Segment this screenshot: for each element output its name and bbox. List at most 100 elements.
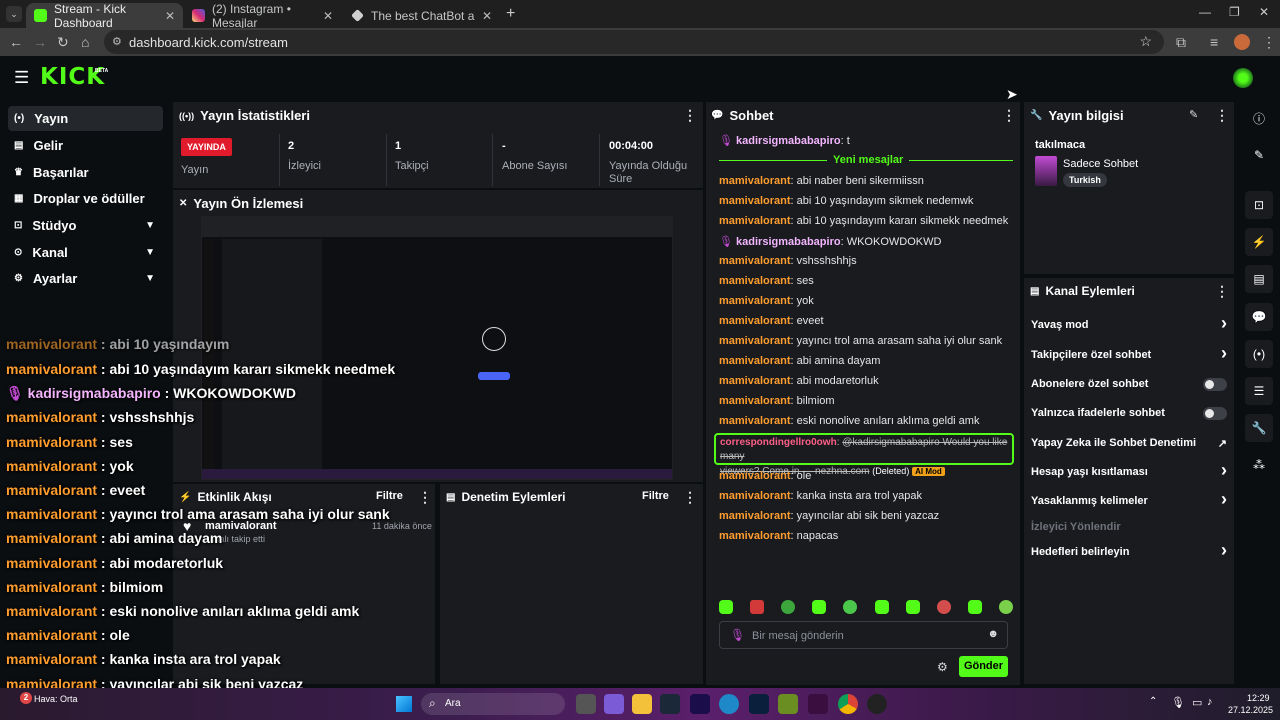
chat-input[interactable]: 🎙 Bir mesaj gönderin ☻ xyxy=(719,621,1008,649)
activity-toggle-icon[interactable]: ⚡ xyxy=(1245,228,1273,256)
actions-toggle-icon[interactable]: ☰ xyxy=(1245,377,1273,405)
tray-network-icon[interactable]: ▭ xyxy=(1192,696,1202,709)
stream-info-more-icon[interactable]: ⋮ xyxy=(1215,107,1229,124)
sidebar-item-ayarlar[interactable]: ⚙ Ayarlar ▼ xyxy=(8,266,163,291)
preview-toggle-icon[interactable]: ⊡ xyxy=(1245,191,1273,219)
channel-action-item[interactable]: Yasaklanmış kelimeler › xyxy=(1031,489,1227,509)
emote-icon[interactable] xyxy=(781,600,796,614)
profile-avatar[interactable] xyxy=(1234,34,1250,50)
toggle-switch[interactable] xyxy=(1203,406,1227,420)
emote-icon[interactable] xyxy=(812,600,827,614)
chat-username[interactable]: mamivalorant xyxy=(719,510,791,522)
chat-username[interactable]: mamivalorant xyxy=(719,355,791,367)
edit-pencil-icon[interactable]: ✎ xyxy=(1189,108,1198,121)
emote-icon[interactable] xyxy=(874,600,889,614)
send-button[interactable]: Gönder xyxy=(959,656,1008,677)
chat-username[interactable]: kadirsigmababapiro xyxy=(736,236,841,248)
chat-username[interactable]: mamivalorant xyxy=(719,275,791,287)
moderation-toggle-icon[interactable]: ▤ xyxy=(1245,265,1273,293)
tab-instagram[interactable]: (2) Instagram • Mesajlar ✕ xyxy=(184,2,341,30)
broadcast-toggle-icon[interactable]: (•) xyxy=(1245,340,1273,368)
moderation-filter-button[interactable]: Filtre xyxy=(642,490,669,502)
after-effects-icon[interactable] xyxy=(690,694,710,714)
tab-chatbot[interactable]: The best ChatBot and Widgets ✕ xyxy=(343,3,500,28)
widgets-icon[interactable]: ⁂ xyxy=(1245,451,1273,479)
chat-settings-icon[interactable]: ⚙ xyxy=(937,660,948,674)
channel-action-item[interactable]: Yapay Zeka ile Sohbet Denetimi ↗ xyxy=(1031,436,1227,450)
sidebar-item-yayin[interactable]: (•) Yayın xyxy=(8,106,163,131)
chat-username[interactable]: mamivalorant xyxy=(719,490,791,502)
user-avatar[interactable] xyxy=(1233,68,1253,88)
close-tab-icon[interactable]: ✕ xyxy=(323,9,333,23)
address-input[interactable]: ⚙ dashboard.kick.com/stream ☆ xyxy=(104,30,1164,54)
sidebar-item-kanal[interactable]: ⊙ Kanal ▼ xyxy=(8,240,163,265)
tab-kick-dashboard[interactable]: Stream - Kick Dashboard ✕ xyxy=(26,2,183,30)
tray-mic-icon[interactable]: 🎙 xyxy=(1171,696,1185,709)
edge-icon[interactable] xyxy=(719,694,739,714)
external-link-icon[interactable]: ↗ xyxy=(1218,437,1227,450)
site-info-icon[interactable]: ⚙ xyxy=(112,35,122,48)
emote-icon[interactable] xyxy=(905,600,920,614)
close-tab-icon[interactable]: ✕ xyxy=(482,9,492,23)
channel-action-item[interactable]: Hesap yaşı kısıtlaması › xyxy=(1031,460,1227,480)
obs-icon[interactable] xyxy=(867,694,887,714)
maximize-icon[interactable]: ❐ xyxy=(1229,5,1240,19)
app-icon[interactable] xyxy=(604,694,624,714)
emote-icon[interactable] xyxy=(998,600,1013,614)
channel-action-item[interactable]: Abonelere özel sohbet xyxy=(1031,377,1227,391)
bookmark-star-icon[interactable]: ☆ xyxy=(1139,33,1152,50)
emote-icon[interactable] xyxy=(719,600,733,614)
clock-date[interactable]: 27.12.2025 xyxy=(1228,705,1273,715)
chat-username[interactable]: mamivalorant xyxy=(719,195,791,207)
emote-icon[interactable] xyxy=(843,600,858,614)
back-icon[interactable]: ← xyxy=(9,34,23,50)
category-name[interactable]: Sadece Sohbet xyxy=(1063,158,1138,170)
chat-username[interactable]: mamivalorant xyxy=(719,415,791,427)
wrench-toggle-icon[interactable]: 🔧 xyxy=(1245,414,1273,442)
minimize-icon[interactable]: — xyxy=(1199,5,1211,19)
tray-volume-icon[interactable]: ♪ xyxy=(1207,696,1213,708)
chat-username[interactable]: kadirsigmababapiro xyxy=(736,135,841,147)
home-icon[interactable]: ⌂ xyxy=(81,34,89,50)
chat-username[interactable]: mamivalorant xyxy=(719,395,791,407)
close-tab-icon[interactable]: ✕ xyxy=(165,9,175,23)
app-icon[interactable] xyxy=(808,694,828,714)
chrome-icon[interactable] xyxy=(838,694,858,714)
deleted-user[interactable]: correspondingellro0owh xyxy=(720,437,837,448)
channel-action-item[interactable]: Hedefleri belirleyin › xyxy=(1031,540,1227,560)
new-tab-icon[interactable]: + xyxy=(506,5,515,23)
windows-start-icon[interactable] xyxy=(396,696,412,712)
minecraft-icon[interactable] xyxy=(778,694,798,714)
chat-username[interactable]: mamivalorant xyxy=(719,470,791,482)
stats-more-icon[interactable]: ⋮ xyxy=(683,107,697,124)
sidebar-item-droplar[interactable]: ▦ Droplar ve ödüller xyxy=(8,186,163,211)
chat-username[interactable]: mamivalorant xyxy=(719,375,791,387)
extensions-icon[interactable]: ⧉ xyxy=(1176,34,1186,51)
chat-more-icon[interactable]: ⋮ xyxy=(1002,107,1016,124)
taskbar-search[interactable]: ⌕ Ara xyxy=(421,693,565,715)
info-icon[interactable]: ⓘ xyxy=(1245,104,1273,132)
media-control-icon[interactable]: ≡ xyxy=(1210,34,1218,50)
emote-icon[interactable] xyxy=(936,600,951,614)
steam-icon[interactable] xyxy=(660,694,680,714)
chat-username[interactable]: mamivalorant xyxy=(719,295,791,307)
close-window-icon[interactable]: ✕ xyxy=(1259,5,1269,19)
weather-widget[interactable]: Hava: Orta xyxy=(34,694,78,704)
language-tag[interactable]: Turkish xyxy=(1063,173,1107,187)
photoshop-icon[interactable] xyxy=(749,694,769,714)
chat-username[interactable]: mamivalorant xyxy=(719,215,791,227)
emoji-picker-icon[interactable]: ☻ xyxy=(987,628,999,640)
clock-time[interactable]: 12:29 xyxy=(1247,693,1270,703)
tab-search-icon[interactable]: ⌄ xyxy=(6,6,22,22)
chat-username[interactable]: mamivalorant xyxy=(719,175,791,187)
forward-icon[interactable]: → xyxy=(33,34,47,50)
tray-chevron-icon[interactable]: ⌃ xyxy=(1149,696,1157,707)
browser-menu-icon[interactable]: ⋮ xyxy=(1262,34,1276,51)
file-explorer-icon[interactable] xyxy=(632,694,652,714)
toggle-switch[interactable] xyxy=(1203,377,1227,391)
emote-icon[interactable] xyxy=(750,600,765,614)
sidebar-item-basarilar[interactable]: ♛ Başarılar xyxy=(8,160,163,185)
sidebar-item-gelir[interactable]: ▤ Gelir xyxy=(8,133,163,158)
moderation-more-icon[interactable]: ⋮ xyxy=(683,489,697,506)
chat-username[interactable]: mamivalorant xyxy=(719,335,791,347)
